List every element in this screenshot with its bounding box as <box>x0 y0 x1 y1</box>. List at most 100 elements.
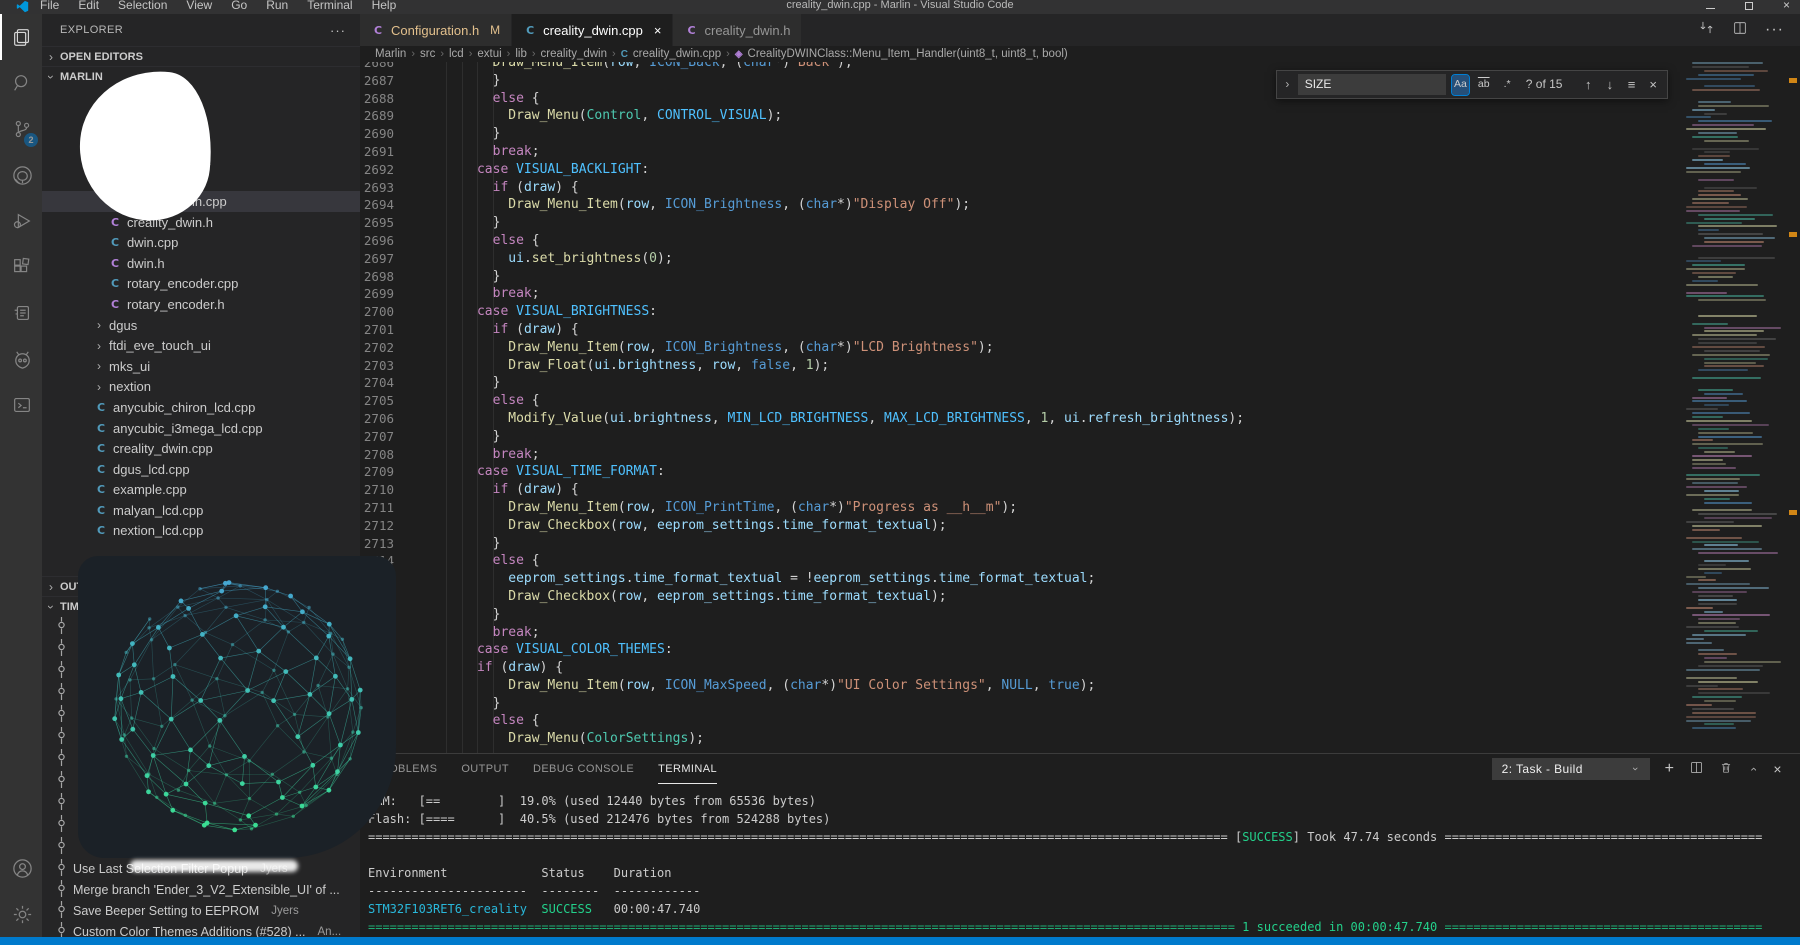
references-icon[interactable] <box>0 290 42 336</box>
find-input[interactable]: SIZE <box>1298 74 1446 95</box>
activity-bar: 2 <box>0 14 42 937</box>
tree-item-creality_dwin.cpp[interactable]: Ccreality_dwin.cpp <box>42 438 360 459</box>
code-editor[interactable]: 2686 Draw_Menu_Item(row, ICON_Back, (cha… <box>360 62 1800 753</box>
breadcrumb-item[interactable]: Marlin <box>375 48 406 60</box>
editor-tab-bar: CConfiguration.hMCcreality_dwin.cpp×Ccre… <box>360 14 1800 46</box>
tree-item-dgus[interactable]: ›dgus <box>42 315 360 336</box>
source-control-icon[interactable]: 2 <box>0 106 42 152</box>
find-next-icon[interactable]: ↓ <box>1602 76 1618 94</box>
regex-button[interactable]: .* <box>1498 75 1515 95</box>
panel-tab-output[interactable]: OUTPUT <box>461 754 509 784</box>
breadcrumb-item[interactable]: creality_dwin.cpp <box>633 48 721 60</box>
git-commit-icon <box>57 880 66 900</box>
bottom-panel: PROBLEMSOUTPUTDEBUG CONSOLETERMINAL 2: T… <box>360 753 1800 937</box>
minimap[interactable] <box>1682 62 1786 753</box>
breadcrumb-item[interactable]: creality_dwin <box>541 48 607 60</box>
tree-item-rotary_encoder.cpp[interactable]: Crotary_encoder.cpp <box>42 274 360 295</box>
find-in-selection-icon[interactable]: ≡ <box>1624 76 1640 94</box>
code-line: 2698 } <box>360 268 1680 286</box>
github-icon[interactable] <box>0 152 42 198</box>
search-match-marker <box>1789 78 1797 83</box>
code-line: 2697 ui.set_brightness(0); <box>360 250 1680 268</box>
tree-item-malyan_lcd.cpp[interactable]: Cmalyan_lcd.cpp <box>42 500 360 521</box>
code-line: 2691 break; <box>360 143 1680 161</box>
tree-item-dgus_lcd.cpp[interactable]: Cdgus_lcd.cpp <box>42 459 360 480</box>
tree-item-nextion_lcd.cpp[interactable]: Cnextion_lcd.cpp <box>42 521 360 542</box>
terminal-line: ========================================… <box>368 828 1800 846</box>
tree-item-rotary_encoder.h[interactable]: Crotary_encoder.h <box>42 294 360 315</box>
project-section-marlin[interactable]: ›MARLIN <box>42 66 360 86</box>
timeline-item[interactable]: Save Beeper Setting to EEPROMJyers <box>42 900 360 921</box>
title-bar: FileEditSelectionViewGoRunTerminalHelp c… <box>0 0 1800 14</box>
open-editors-section[interactable]: ›OPEN EDITORS <box>42 46 360 66</box>
maximize-panel-icon[interactable]: › <box>1746 764 1760 774</box>
split-terminal-icon[interactable] <box>1689 760 1704 778</box>
tree-item-creality_dwin.h[interactable]: Ccreality_dwin.h <box>42 212 360 233</box>
terminal-selector-dropdown[interactable]: 2: Task - Build› <box>1492 758 1650 780</box>
tree-item-creality_dwin.cpp[interactable]: Ccreality_dwin.cpp <box>42 191 360 212</box>
status-bar[interactable] <box>0 937 1800 945</box>
menu-view[interactable]: View <box>186 0 212 12</box>
find-previous-icon[interactable]: ↑ <box>1580 76 1596 94</box>
run-debug-icon[interactable] <box>0 198 42 244</box>
git-commit-icon <box>57 793 66 813</box>
find-close-icon[interactable]: × <box>1645 76 1661 94</box>
breadcrumb-item[interactable]: extui <box>477 48 501 60</box>
tree-item-nextion[interactable]: ›nextion <box>42 377 360 398</box>
close-panel-icon[interactable]: × <box>1773 761 1782 777</box>
commit-author: An... <box>318 926 342 937</box>
breadcrumb-item[interactable]: src <box>420 48 435 60</box>
terminal-output[interactable]: RAM: [== ] 19.0% (used 12440 bytes from … <box>360 784 1800 937</box>
code-line: 2707 } <box>360 428 1680 446</box>
tab-close-icon[interactable]: × <box>654 23 662 38</box>
split-editor-icon[interactable] <box>1732 20 1748 41</box>
whole-word-button[interactable]: ab <box>1475 75 1492 95</box>
find-toggle-replace-icon[interactable]: › <box>1283 76 1292 94</box>
menu-selection[interactable]: Selection <box>118 0 167 12</box>
close-icon[interactable]: × <box>1783 0 1790 12</box>
git-commit-icon <box>57 617 66 637</box>
tab-Configuration.h[interactable]: CConfiguration.hM <box>360 14 512 46</box>
match-case-button[interactable]: Aa <box>1452 75 1469 95</box>
code-line: 2702 Draw_Menu_Item(row, ICON_Brightness… <box>360 339 1680 357</box>
commit-author: Jyers <box>271 905 298 917</box>
timeline-item[interactable]: Merge branch 'Ender_3_V2_Extensible_UI' … <box>42 879 360 900</box>
breadcrumb[interactable]: Marlin›src›lcd›extui›lib›creality_dwin›C… <box>360 46 1800 62</box>
tree-item-ftdi_eve_touch_ui[interactable]: ›ftdi_eve_touch_ui <box>42 335 360 356</box>
minimize-icon[interactable] <box>1706 8 1715 9</box>
menu-run[interactable]: Run <box>266 0 288 12</box>
tree-item-mks_ui[interactable]: ›mks_ui <box>42 356 360 377</box>
panel-tab-terminal[interactable]: TERMINAL <box>658 754 717 784</box>
menu-terminal[interactable]: Terminal <box>307 0 352 12</box>
extensions-icon[interactable] <box>0 244 42 290</box>
terminal-panel-icon[interactable] <box>0 382 42 428</box>
breadcrumb-item[interactable]: lcd <box>449 48 464 60</box>
explorer-icon[interactable] <box>0 14 42 60</box>
kill-terminal-icon[interactable] <box>1719 760 1733 778</box>
tree-item-dwin.h[interactable]: Cdwin.h <box>42 253 360 274</box>
account-icon[interactable] <box>0 845 42 891</box>
tree-item-example.cpp[interactable]: Cexample.cpp <box>42 480 360 501</box>
menu-file[interactable]: File <box>40 0 59 12</box>
menu-edit[interactable]: Edit <box>78 0 99 12</box>
tab-creality_dwin.cpp[interactable]: Ccreality_dwin.cpp× <box>512 14 673 46</box>
tree-item-anycubic_i3mega_lcd.cpp[interactable]: Canycubic_i3mega_lcd.cpp <box>42 418 360 439</box>
maximize-icon[interactable] <box>1745 2 1753 10</box>
overview-scrollbar[interactable] <box>1786 62 1800 753</box>
open-changes-icon[interactable] <box>1698 19 1715 41</box>
panel-tab-debug-console[interactable]: DEBUG CONSOLE <box>533 754 634 784</box>
explorer-more-actions-icon[interactable]: ··· <box>330 23 346 38</box>
timeline-item[interactable]: Custom Color Themes Additions (#528) ...… <box>42 921 360 937</box>
editor-more-actions-icon[interactable]: ··· <box>1765 21 1784 39</box>
settings-gear-icon[interactable] <box>0 891 42 937</box>
breadcrumb-item[interactable]: lib <box>515 48 527 60</box>
platformio-icon[interactable] <box>0 336 42 382</box>
tree-item-dwin.cpp[interactable]: Cdwin.cpp <box>42 232 360 253</box>
tab-creality_dwin.h[interactable]: Ccreality_dwin.h <box>673 14 802 46</box>
new-terminal-icon[interactable]: + <box>1665 760 1675 778</box>
breadcrumb-item[interactable]: CrealityDWINClass::Menu_Item_Handler(uin… <box>748 48 1068 60</box>
menu-go[interactable]: Go <box>231 0 247 12</box>
menu-help[interactable]: Help <box>372 0 397 12</box>
search-icon[interactable] <box>0 60 42 106</box>
tree-item-anycubic_chiron_lcd.cpp[interactable]: Canycubic_chiron_lcd.cpp <box>42 397 360 418</box>
